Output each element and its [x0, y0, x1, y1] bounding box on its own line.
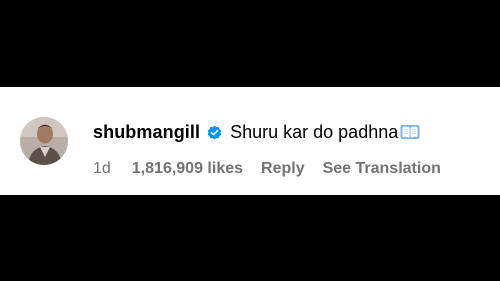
likes-count[interactable]: 1,816,909 likes [132, 160, 243, 178]
letterbox-top [0, 0, 500, 87]
username-link[interactable]: shubmangill [93, 122, 200, 143]
see-translation-button[interactable]: See Translation [323, 160, 441, 178]
letterbox-bottom [0, 195, 500, 281]
reply-button[interactable]: Reply [261, 160, 305, 178]
timestamp: 1d [93, 160, 111, 177]
open-book-icon [400, 124, 420, 140]
comment-meta: 1d 1,816,909 likes Reply See Translation [93, 158, 441, 180]
comment-line: shubmangill Shuru kar do padhna [93, 119, 420, 145]
verified-badge-icon [206, 124, 223, 141]
comment-text: Shuru kar do padhna [230, 121, 399, 142]
comment-card: shubmangill Shuru kar do padhna 1d 1,816… [0, 87, 500, 195]
avatar-photo [20, 117, 68, 165]
avatar[interactable] [20, 117, 68, 165]
